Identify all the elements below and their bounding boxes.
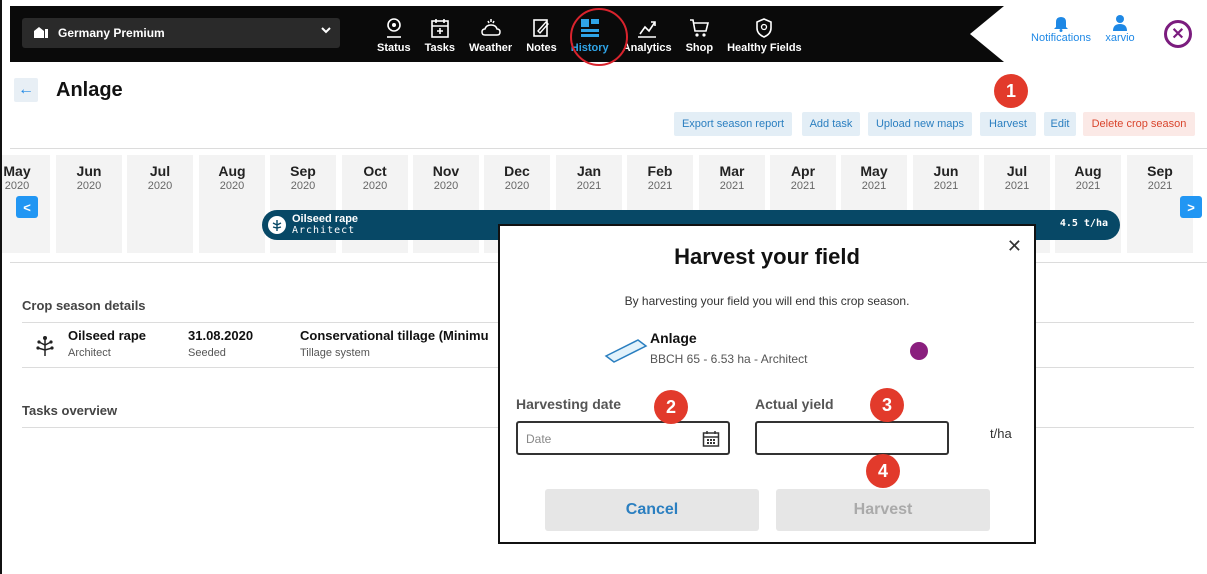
nav-shop-label: Shop [685,42,714,54]
harvest-dialog: ✕ Harvest your field By harvesting your … [498,224,1036,544]
nav-status[interactable]: Status [370,10,418,58]
detail-crop-name: Oilseed rape [68,328,147,343]
user-label: xarvio [1105,32,1135,44]
season-yield: 4.5 t/ha [1059,218,1108,229]
nav-notes[interactable]: Notes [519,10,564,58]
nav-analytics[interactable]: Analytics [616,10,679,58]
detail-seeded-date: 31.08.2020 [188,328,254,343]
detail-tillage-label: Tillage system [300,347,370,359]
notes-icon [533,19,550,37]
status-pin-icon [386,18,401,38]
timeline-prev-arrow-icon[interactable]: < [16,196,38,218]
app-window: Germany Premium Status Tasks Weather Not… [0,0,1207,574]
actual-yield-input[interactable] [755,421,949,455]
timeline-next-arrow-icon[interactable]: > [1180,196,1202,218]
farm-icon [30,25,52,42]
upload-new-maps-button[interactable]: Upload new maps [868,112,972,136]
notifications-label: Notifications [1031,32,1091,44]
harvesting-date-input[interactable]: Date [516,421,730,455]
nav-weather-label: Weather [469,42,513,54]
chevron-down-icon [320,24,332,39]
field-info: BBCH 65 - 6.53 ha - Architect [650,352,808,366]
field-shape-icon [604,339,648,363]
step-badge-2: 2 [654,390,688,424]
field-color-dot [910,342,928,360]
crop-season-details-title: Crop season details [22,298,146,313]
user-icon [1113,15,1127,31]
detail-seeded-label: Seeded [188,347,226,359]
nav-weather[interactable]: Weather [462,10,519,58]
xarvio-logo-icon[interactable]: ✕ [1164,20,1192,48]
season-crop-name: Oilseed rape [292,213,359,225]
nav-healthy-fields-label: Healthy Fields [727,42,802,54]
calendar-icon[interactable] [702,430,720,448]
back-arrow-icon[interactable]: ← [14,78,38,102]
notifications-button[interactable]: Notifications [1026,14,1096,44]
tasks-calendar-icon [431,19,449,38]
nav-status-label: Status [377,42,411,54]
harvest-submit-button[interactable]: Harvest [776,489,990,531]
harvesting-date-label: Harvesting date [516,396,622,412]
detail-variety: Architect [68,347,111,359]
dialog-title: Harvest your field [674,244,860,269]
oilseed-rape-icon [36,336,54,356]
main-nav: Status Tasks Weather Notes History Analy… [370,10,809,60]
analytics-icon [638,21,657,38]
tasks-overview-title: Tasks overview [22,403,118,418]
nav-healthy-fields[interactable]: Healthy Fields [720,10,809,58]
cancel-button[interactable]: Cancel [545,489,759,531]
field-name: Anlage [650,330,697,346]
nav-notes-label: Notes [526,42,557,54]
nav-history[interactable]: History [564,10,616,58]
edit-button[interactable]: Edit [1044,112,1076,136]
step-badge-4: 4 [866,454,900,488]
step-badge-1: 1 [994,74,1028,108]
page-title: Anlage [56,79,123,101]
user-menu-button[interactable]: xarvio [1100,14,1140,44]
nav-tasks[interactable]: Tasks [418,10,462,58]
season-variety: Architect [292,225,356,236]
farm-name: Germany Premium [58,26,165,40]
shop-cart-icon [690,19,710,37]
yield-unit: t/ha [990,426,1012,441]
divider [10,148,1207,149]
nav-shop[interactable]: Shop [679,10,721,58]
nav-analytics-label: Analytics [622,42,672,54]
weather-icon [480,19,501,36]
month-cell: Aug 2020 [199,155,265,253]
oilseed-rape-icon [268,216,286,234]
farm-selector[interactable]: Germany Premium [22,18,340,48]
nav-history-label: History [570,42,609,54]
delete-crop-season-button[interactable]: Delete crop season [1083,112,1195,136]
actual-yield-label: Actual yield [755,396,834,412]
step-badge-3: 3 [870,388,904,422]
dialog-description: By harvesting your field you will end th… [624,294,910,308]
bell-icon [1054,17,1068,32]
detail-tillage: Conservational tillage (Minimu [300,328,489,343]
month-cell: Jun 2020 [56,155,122,253]
nav-tasks-label: Tasks [424,42,455,54]
export-season-report-button[interactable]: Export season report [674,112,792,136]
history-icon [580,19,599,37]
add-task-button[interactable]: Add task [802,112,860,136]
harvest-button[interactable]: Harvest [980,112,1036,136]
shield-icon [756,18,773,38]
date-placeholder: Date [526,432,552,446]
month-cell: Jul 2020 [127,155,193,253]
